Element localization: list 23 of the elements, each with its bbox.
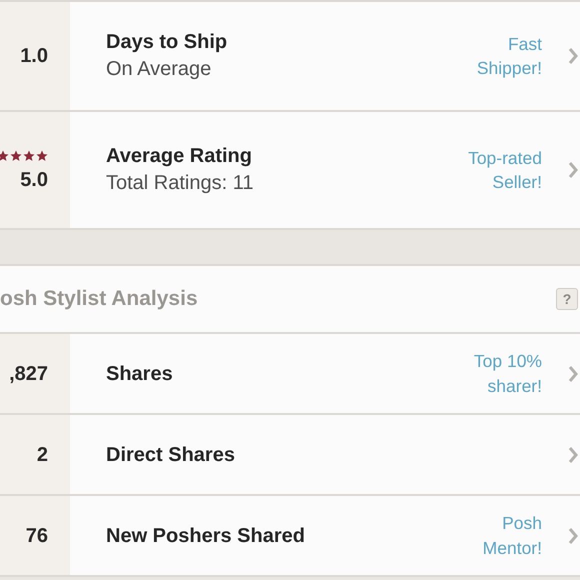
stat-value: 5.0 <box>20 170 48 190</box>
help-button[interactable]: ? <box>556 288 578 310</box>
stat-value: ,827 <box>9 364 48 384</box>
chevron-icon[interactable] <box>568 446 578 464</box>
stat-title: Shares <box>106 362 174 386</box>
achievement-label: Posh Mentor! <box>482 512 542 560</box>
stat-value: 76 <box>26 526 48 546</box>
achievement-label: Fast Shipper! <box>476 32 542 80</box>
stat-title: Days to Ship <box>106 30 228 55</box>
stat-subtitle: Total Ratings: 11 <box>106 171 254 196</box>
stat-subtitle: On Average <box>106 57 212 82</box>
stat-title: New Poshers Shared <box>106 524 306 548</box>
chevron-icon[interactable] <box>568 364 578 382</box>
chevron-icon[interactable] <box>568 161 578 179</box>
chevron-icon[interactable] <box>568 47 578 65</box>
section-heading: osh Stylist Analysis <box>0 286 198 312</box>
achievement-label: Top-rated Seller! <box>467 146 542 194</box>
chevron-icon[interactable] <box>568 526 578 544</box>
achievement-label: Top 10% sharer! <box>472 350 542 398</box>
stat-value: 2 <box>36 444 48 464</box>
stat-title: Direct Shares <box>106 442 236 468</box>
stat-title: Average Rating <box>106 144 253 169</box>
stat-value: 1.0 <box>20 46 48 66</box>
